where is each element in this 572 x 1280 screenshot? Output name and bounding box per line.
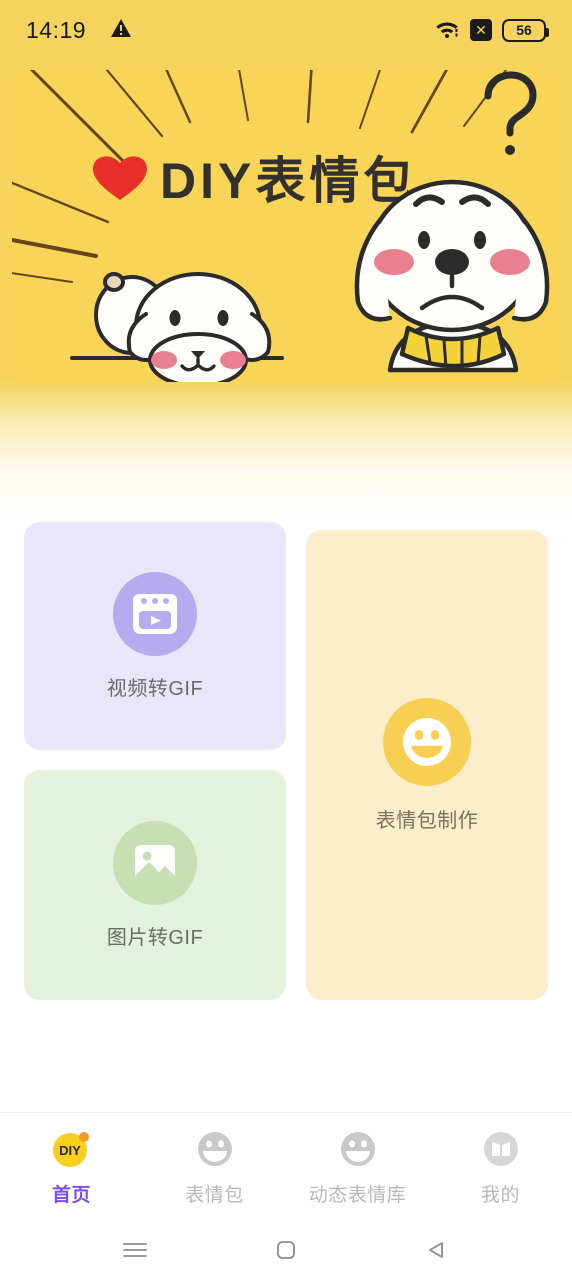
status-right-group: ✕ 56 — [434, 17, 549, 44]
tab-home[interactable]: DIY 首页 — [0, 1113, 143, 1220]
tab-label: 表情包 — [185, 1184, 244, 1206]
diy-logo-icon: DIY — [50, 1127, 94, 1171]
bottom-tab-bar: DIY 首页 表情包 动态表情库 我的 — [0, 1112, 572, 1220]
tab-label: 首页 — [51, 1184, 91, 1206]
feature-card-label: 图片转GIF — [106, 926, 204, 949]
back-triangle-icon[interactable] — [417, 1230, 457, 1270]
battery-level: 56 — [516, 22, 532, 38]
svg-text:DIY: DIY — [59, 1143, 81, 1158]
feature-grid: 视频转GIF 图片转GIF 表情包制作 — [24, 522, 548, 1000]
status-time: 14:19 — [26, 16, 87, 43]
menu-lines-icon[interactable] — [115, 1230, 155, 1270]
tab-stickers[interactable]: 表情包 — [143, 1113, 286, 1220]
photo-image-icon — [113, 820, 197, 905]
book-icon — [479, 1127, 523, 1171]
feature-card-label: 表情包制作 — [375, 809, 479, 832]
tab-animated-library[interactable]: 动态表情库 — [286, 1113, 429, 1220]
feature-card-sticker-maker[interactable]: 表情包制作 — [306, 530, 548, 1000]
banner-title-glyph: DIY表情包 — [160, 153, 417, 209]
video-player-icon — [113, 571, 197, 656]
promo-banner[interactable]: DIY表情包 — [12, 70, 560, 382]
smiley-face-icon — [193, 1127, 237, 1171]
feature-card-label: 视频转GIF — [106, 677, 204, 700]
tab-label: 我的 — [480, 1184, 520, 1206]
feature-card-image-to-gif[interactable]: 图片转GIF — [24, 770, 286, 1000]
app-root: 14:19 ✕ 56 DIY表情包 视频转GIF 图片转GIF 表情包制作 DI… — [0, 0, 572, 1280]
system-navigation-bar — [0, 1220, 572, 1280]
warning-triangle-icon — [110, 18, 132, 43]
smiley-face-icon — [336, 1127, 380, 1171]
wifi-icon — [434, 17, 460, 44]
home-square-icon[interactable] — [266, 1230, 306, 1270]
x-badge-icon: ✕ — [470, 19, 492, 41]
tab-profile[interactable]: 我的 — [429, 1113, 572, 1220]
battery-indicator: 56 — [502, 18, 549, 42]
smiley-face-icon — [383, 697, 471, 786]
tab-label: 动态表情库 — [308, 1184, 407, 1206]
feature-card-video-to-gif[interactable]: 视频转GIF — [24, 522, 286, 750]
status-bar: 14:19 ✕ 56 — [0, 0, 572, 60]
banner-artwork: DIY表情包 — [12, 70, 560, 382]
